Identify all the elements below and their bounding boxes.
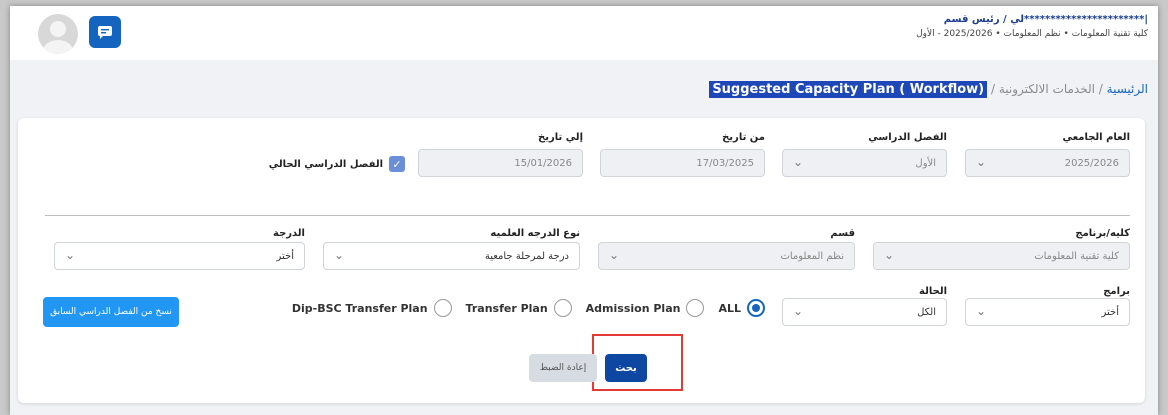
radio-all[interactable]: ALL — [718, 299, 765, 317]
user-avatar-icon[interactable] — [38, 14, 78, 54]
breadcrumb-separator: / — [990, 82, 995, 96]
breadcrumb-section[interactable]: الخدمات الالكترونية — [999, 82, 1095, 96]
chevron-down-icon: ⌄ — [793, 304, 804, 318]
chevron-down-icon: ⌄ — [976, 155, 987, 169]
copy-previous-semester-button[interactable]: نسخ من الفصل الدراسي السابق — [43, 297, 179, 327]
breadcrumb-home[interactable]: الرئيسية — [1107, 82, 1148, 96]
status-value: الكل — [917, 307, 936, 318]
from-date-value: 17/03/2025 — [696, 158, 754, 169]
radio-button[interactable] — [686, 299, 705, 317]
chevron-down-icon: ⌄ — [793, 155, 804, 169]
department-value: نظم المعلومات — [780, 251, 844, 262]
chevron-down-icon: ⌄ — [334, 248, 345, 262]
radio-dip-bsc-transfer-plan-label: Dip-BSC Transfer Plan — [291, 301, 428, 315]
academic-year-label: العام الجامعي — [1062, 132, 1131, 143]
to-date-input[interactable]: 15/01/2026 — [418, 149, 583, 177]
to-date-value: 15/01/2026 — [514, 158, 572, 169]
radio-button[interactable] — [747, 299, 765, 317]
semester-select[interactable]: الأول ⌄ — [782, 149, 947, 177]
department-select[interactable]: نظم المعلومات ⌄ — [598, 242, 855, 270]
radio-button[interactable] — [433, 299, 452, 317]
chevron-down-icon: ⌄ — [609, 248, 620, 262]
breadcrumb-current: Suggested Capacity Plan ( Workflow) — [709, 81, 988, 98]
user-name[interactable]: |***********************لي / رئيس قسم — [916, 14, 1148, 25]
chevron-down-icon: ⌄ — [884, 248, 895, 262]
degree-select[interactable]: أختر ⌄ — [54, 242, 305, 270]
section-divider — [45, 215, 1130, 216]
college-value: كلية تقنية المعلومات — [1034, 251, 1119, 262]
user-info: |***********************لي / رئيس قسم كل… — [916, 14, 1148, 39]
chat-icon — [98, 26, 112, 39]
current-semester-label: الفصل الدراسي الحالي — [268, 158, 383, 170]
user-meta: كلية تقنية المعلومات • نظم المعلومات • 2… — [916, 29, 1148, 39]
degree-type-value: درجة لمرحلة جامعية — [484, 251, 569, 262]
academic-year-select[interactable]: 2025/2026 ⌄ — [965, 149, 1130, 177]
programs-label: برامج — [1103, 286, 1130, 297]
plan-type-radio-group: ALL Admission Plan Transfer Plan Dip-BSC… — [292, 299, 765, 317]
chevron-down-icon: ⌄ — [976, 304, 987, 318]
status-select[interactable]: الكل ⌄ — [782, 298, 947, 326]
filter-card: العام الجامعي 2025/2026 ⌄ الفصل الدراسي … — [18, 118, 1145, 403]
reset-button[interactable]: إعادة الضبط — [529, 354, 597, 382]
college-label: كليه/برنامج — [1075, 228, 1130, 239]
academic-year-value: 2025/2026 — [1064, 158, 1119, 169]
radio-all-label: ALL — [718, 301, 741, 315]
chevron-down-icon: ⌄ — [65, 248, 76, 262]
college-select[interactable]: كلية تقنية المعلومات ⌄ — [873, 242, 1130, 270]
breadcrumb-separator: / — [1098, 82, 1103, 96]
top-bar: |***********************لي / رئيس قسم كل… — [10, 6, 1158, 60]
check-icon[interactable]: ✓ — [389, 156, 405, 172]
degree-type-label: نوع الدرجه العلميه — [490, 228, 580, 239]
status-label: الحالة — [919, 286, 947, 297]
to-date-label: إلي تاريخ — [537, 132, 583, 143]
programs-select[interactable]: أختر ⌄ — [965, 298, 1130, 326]
semester-label: الفصل الدراسي — [868, 132, 947, 143]
radio-transfer-plan-label: Transfer Plan — [465, 301, 548, 315]
from-date-label: من تاريخ — [722, 132, 765, 143]
search-button[interactable]: بحث — [605, 354, 647, 382]
department-label: قسم — [830, 228, 855, 239]
degree-value: أختر — [276, 251, 295, 262]
programs-value: أختر — [1101, 307, 1120, 318]
radio-admission-plan[interactable]: Admission Plan — [586, 299, 705, 317]
breadcrumb: الرئيسية / الخدمات الالكترونية / Suggest… — [709, 81, 1148, 98]
radio-transfer-plan[interactable]: Transfer Plan — [466, 299, 572, 317]
radio-button[interactable] — [553, 299, 572, 317]
degree-label: الدرجة — [273, 228, 305, 239]
degree-type-select[interactable]: درجة لمرحلة جامعية ⌄ — [323, 242, 580, 270]
chat-button[interactable] — [89, 16, 121, 48]
semester-value: الأول — [915, 158, 936, 169]
from-date-input[interactable]: 17/03/2025 — [600, 149, 765, 177]
radio-dip-bsc-transfer-plan[interactable]: Dip-BSC Transfer Plan — [292, 299, 452, 317]
current-semester-checkbox[interactable]: ✓ الفصل الدراسي الحالي — [269, 156, 405, 172]
app-window: |***********************لي / رئيس قسم كل… — [10, 6, 1158, 415]
radio-admission-plan-label: Admission Plan — [585, 301, 681, 315]
